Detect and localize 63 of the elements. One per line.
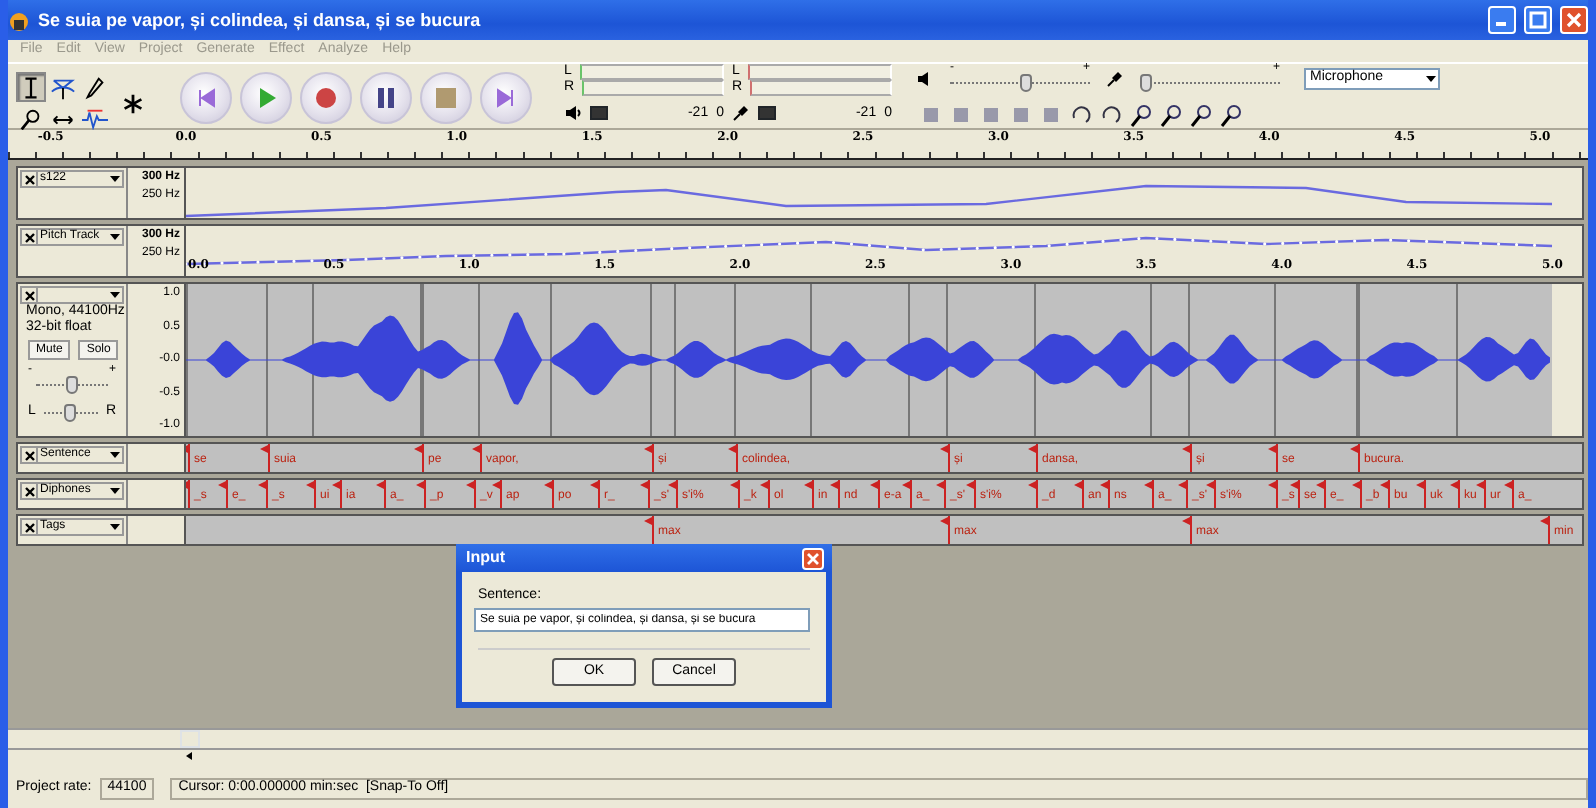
record-button[interactable]	[300, 72, 352, 124]
slider-thumb[interactable]	[1140, 74, 1152, 92]
close-icon	[23, 449, 35, 461]
pause-icon	[374, 86, 398, 110]
zoom-in-icon	[1128, 102, 1154, 128]
meter-menu-button[interactable]	[758, 106, 776, 121]
app-icon	[8, 9, 30, 31]
skip-start-button[interactable]	[180, 72, 232, 124]
microphone-icon	[1106, 69, 1124, 87]
microphone-icon	[732, 104, 750, 123]
caret-icon	[108, 449, 122, 461]
play-icon	[254, 86, 278, 110]
caret-icon	[108, 485, 122, 497]
caret-icon	[1424, 71, 1438, 85]
skip-end-icon	[494, 86, 518, 110]
meter-menu-button[interactable]	[590, 106, 608, 121]
caret-icon	[108, 289, 122, 301]
close-icon	[23, 521, 35, 533]
close-icon	[23, 485, 35, 497]
record-icon	[314, 86, 338, 110]
close-icon	[23, 173, 35, 185]
close-icon	[23, 231, 35, 243]
left-arrow-icon	[184, 749, 196, 762]
play-button[interactable]	[240, 72, 292, 124]
gain-slider[interactable]	[36, 376, 108, 394]
caret-icon	[108, 521, 122, 533]
caret-icon	[108, 231, 122, 243]
redo-icon	[1098, 102, 1124, 128]
slider-thumb[interactable]	[64, 404, 77, 422]
level-meter	[582, 80, 724, 97]
minimize-button[interactable]	[1488, 6, 1516, 34]
tool-button[interactable]	[80, 72, 110, 102]
close-icon	[23, 289, 35, 301]
speaker-icon	[916, 69, 934, 87]
volume-slider[interactable]	[950, 74, 1090, 92]
slider-thumb[interactable]	[1020, 74, 1033, 92]
skip-end-button[interactable]	[480, 72, 532, 124]
close-button[interactable]	[1560, 6, 1588, 34]
waveform-icon	[82, 105, 108, 133]
caret-icon	[108, 173, 122, 185]
dialog-title: Input	[466, 548, 508, 568]
asterisk-icon	[120, 89, 146, 117]
close-button[interactable]	[802, 547, 824, 569]
speaker-icon	[564, 104, 582, 123]
pause-button[interactable]	[360, 72, 412, 124]
tool-button[interactable]	[16, 72, 46, 102]
zoom-out-icon	[1158, 102, 1184, 128]
toolbar-button[interactable]	[1156, 100, 1186, 130]
close-icon	[806, 551, 820, 565]
level-meter	[750, 80, 892, 97]
volume-slider[interactable]	[1140, 74, 1280, 92]
maximize-button[interactable]	[1524, 6, 1552, 34]
pencil-icon	[82, 73, 108, 101]
slider-thumb[interactable]	[66, 376, 78, 394]
skip-start-icon	[194, 86, 218, 110]
maximize-icon	[1528, 10, 1548, 30]
toolbar-button[interactable]	[1126, 100, 1156, 130]
pan-slider[interactable]	[43, 404, 98, 422]
undo-icon	[1068, 102, 1094, 128]
close-icon	[1564, 10, 1584, 30]
zoom-icon	[18, 105, 44, 133]
stop-icon	[434, 86, 458, 110]
window-title: Se suia pe vapor, și colindea, și dansa, și se bucura	[38, 9, 483, 31]
